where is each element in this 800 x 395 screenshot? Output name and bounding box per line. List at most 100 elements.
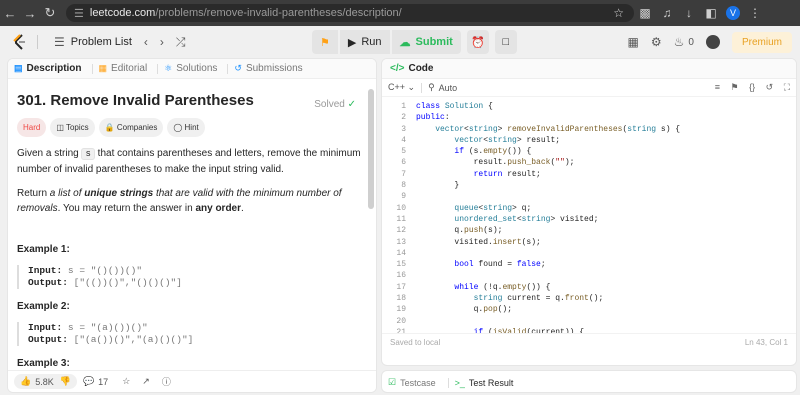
code-editor[interactable]: 1 2 3 4 5 6 7 8 9 10 11 12 13 14 15 16 17 18 19 20 21 class …	[382, 97, 796, 333]
prev-problem-icon[interactable]: ‹	[144, 35, 148, 49]
code-lines[interactable]: class Solution { public: vector<string> …	[416, 101, 680, 333]
lock-icon: ⚲	[428, 82, 435, 92]
hint-chip[interactable]: ◯ Hint	[167, 118, 205, 137]
extensions-icon[interactable]: ▩	[634, 6, 656, 20]
example-input-label: Input:	[28, 322, 63, 333]
list-icon[interactable]: ☰	[54, 35, 65, 49]
note-icon: □	[502, 36, 510, 48]
submit-label: Submit	[415, 36, 453, 48]
app-topbar: ☰ Problem List ‹ › ⤮ ⚑ ▶ Run ☁ Submit ⏰ …	[0, 26, 800, 58]
description-scrollbar[interactable]	[368, 89, 374, 209]
profile-avatar[interactable]: V	[726, 6, 740, 20]
line-number: 20	[396, 316, 406, 326]
leetcode-logo-icon[interactable]	[13, 34, 27, 50]
description-tabs: ▤ Description ▦ Editorial ⚛ Solutions ↺ …	[8, 59, 376, 79]
timer-button[interactable]: ⏰	[466, 30, 489, 54]
premium-button[interactable]: Premium	[731, 31, 792, 53]
tab-testcase[interactable]: ☑ Testcase	[388, 377, 436, 388]
tab-solutions[interactable]: ⚛ Solutions	[164, 63, 217, 74]
tab-editorial[interactable]: ▦ Editorial	[99, 63, 148, 74]
shuffle-icon[interactable]: ⤮	[176, 35, 186, 50]
example-title: Example 3:	[17, 358, 70, 369]
tab-test-result[interactable]: >_ Test Result	[455, 378, 514, 388]
notes-button[interactable]: □	[494, 30, 517, 54]
browser-toolbar: ← → ↻ ☰ leetcode.com /problems/remove-in…	[0, 0, 800, 26]
media-icon[interactable]: ♫	[656, 6, 678, 20]
menu-icon[interactable]: ⋮	[744, 6, 766, 20]
tab-test-result-label: Test Result	[468, 377, 514, 388]
tab-submissions[interactable]: ↺ Submissions	[234, 63, 302, 74]
streak-fire-icon[interactable]: ♨	[674, 35, 685, 49]
format-icon[interactable]: ≡	[715, 82, 720, 92]
line-number-gutter: 1 2 3 4 5 6 7 8 9 10 11 12 13 14 15 16 17 18 19 20 21	[382, 101, 406, 333]
description-panel: ▤ Description ▦ Editorial ⚛ Solutions ↺ …	[7, 58, 377, 393]
reset-icon[interactable]: ↺	[766, 82, 774, 92]
address-bar[interactable]: ☰ leetcode.com /problems/remove-invalid-…	[66, 4, 634, 22]
user-avatar[interactable]	[705, 35, 720, 49]
help-icon[interactable]: ⓘ	[162, 375, 171, 388]
difficulty-badge: Hard	[17, 118, 47, 137]
next-problem-icon[interactable]: ›	[160, 35, 164, 49]
line-number: 17	[396, 282, 406, 292]
tag-icon: ◫	[56, 123, 66, 132]
example-input-label: Input:	[28, 265, 63, 276]
description-footer: 👍 5.8K 👎 💬 17 ☆ ↗ ⓘ	[8, 370, 376, 392]
divider	[91, 63, 93, 74]
back-icon[interactable]: ←	[0, 6, 20, 21]
language-select[interactable]: C++ ⌄	[388, 82, 415, 93]
download-icon[interactable]: ↓	[678, 6, 700, 20]
checkbox-icon: ☑	[388, 377, 397, 387]
play-icon: ▶	[347, 36, 357, 49]
thumbs-up-icon[interactable]: 👍	[20, 376, 31, 387]
terminal-icon: >_	[454, 377, 465, 388]
topics-chip[interactable]: ◫ Topics	[50, 118, 95, 137]
divider	[447, 377, 449, 388]
debug-button[interactable]: ⚑	[312, 30, 338, 54]
companies-chip[interactable]: 🔒 Companies	[98, 118, 164, 137]
site-info-icon[interactable]: ☰	[74, 7, 84, 20]
settings-gear-icon[interactable]: ⚙	[651, 35, 662, 49]
line-number: 2	[401, 113, 406, 123]
alarm-icon: ⏰	[470, 36, 485, 49]
like-count: 5.8K	[35, 376, 54, 387]
bookmark-icon[interactable]: ⚑	[731, 82, 739, 92]
line-number: 9	[401, 192, 406, 202]
tab-submissions-label: Submissions	[245, 63, 303, 74]
thumbs-down-icon[interactable]: 👎	[60, 376, 71, 387]
return-emphasis: unique strings	[84, 188, 154, 199]
braces-icon[interactable]: {}	[749, 82, 755, 92]
comment-icon[interactable]: 💬	[83, 376, 94, 387]
layout-icon[interactable]: ▦	[628, 35, 639, 49]
topics-label: Topics	[65, 123, 89, 132]
hint-label: Hint	[184, 123, 199, 132]
solved-label: Solved	[314, 99, 345, 110]
line-number: 12	[396, 226, 406, 236]
bookmark-star-icon[interactable]: ☆	[613, 6, 624, 20]
reload-icon[interactable]: ↻	[40, 5, 60, 21]
line-number: 6	[401, 158, 406, 168]
autocomplete-mode[interactable]: Auto	[439, 83, 458, 93]
return-text: .	[241, 203, 244, 214]
tab-solutions-label: Solutions	[176, 63, 218, 74]
editor-actions: ≡ ⚑ {} ↺ ⛶	[707, 82, 790, 93]
url-host: leetcode.com	[89, 7, 156, 19]
flask-icon: ⚛	[164, 63, 173, 73]
test-panel: ☑ Testcase >_ Test Result	[381, 370, 797, 393]
example-output: ["(())()","()()()"]	[67, 277, 182, 288]
sidebar-icon[interactable]: ◧	[700, 6, 722, 20]
forward-icon[interactable]: →	[20, 6, 40, 21]
run-button[interactable]: ▶ Run	[339, 30, 390, 54]
fullscreen-icon[interactable]: ⛶	[784, 82, 790, 92]
example-input: s = "(a)())()"	[62, 322, 148, 333]
favorite-star-icon[interactable]: ☆	[122, 376, 130, 387]
line-number: 5	[401, 147, 406, 157]
share-icon[interactable]: ↗	[142, 376, 150, 387]
problem-list-link[interactable]: Problem List	[71, 36, 132, 48]
line-number: 8	[401, 181, 406, 191]
bug-icon: ⚑	[320, 36, 330, 49]
problem-description: 301. Remove Invalid Parentheses Solved ✓…	[8, 79, 376, 381]
example-box: Input: s = "()())()" Output: ["(())()","…	[17, 265, 367, 289]
tab-description[interactable]: ▤ Description	[14, 63, 82, 74]
example-output-label: Output:	[28, 277, 68, 288]
submit-button[interactable]: ☁ Submit	[391, 30, 461, 54]
